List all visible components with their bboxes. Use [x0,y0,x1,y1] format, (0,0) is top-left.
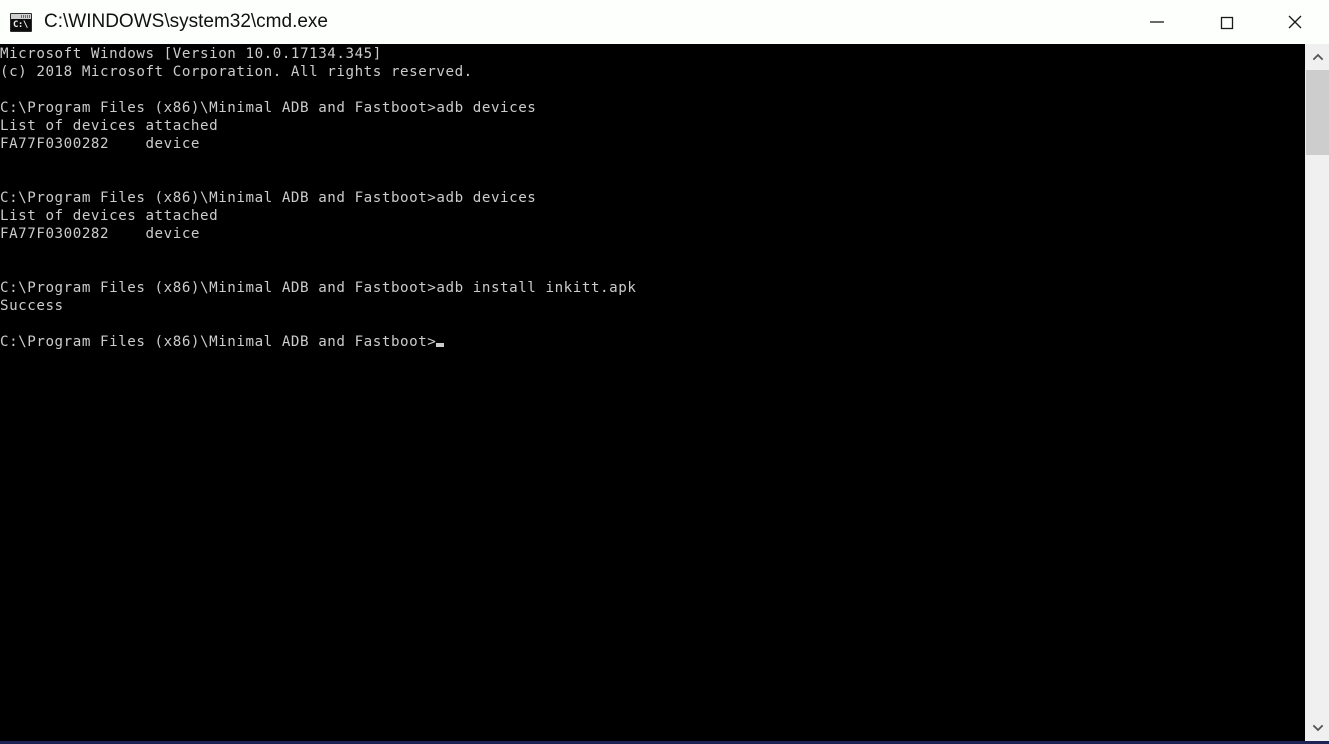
console-text: Microsoft Windows [Version 10.0.17134.34… [0,45,636,351]
close-button[interactable] [1260,0,1329,44]
console-output-area[interactable]: Microsoft Windows [Version 10.0.17134.34… [0,44,1305,741]
scroll-down-button[interactable] [1306,715,1329,741]
title-bar[interactable]: C:\ C:\WINDOWS\system32\cmd.exe [0,0,1329,44]
scrollbar-thumb[interactable] [1306,70,1329,155]
title-bar-left: C:\ C:\WINDOWS\system32\cmd.exe [0,0,1122,44]
maximize-icon [1220,16,1233,30]
cmd-console-icon: C:\ [10,12,32,32]
chevron-up-icon [1312,53,1324,61]
block-cursor [436,343,445,347]
cmd-icon-text: C:\ [13,19,28,30]
window-controls [1122,0,1329,44]
console-prompt: C:\Program Files (x86)\Minimal ADB and F… [0,334,437,350]
scroll-up-button[interactable] [1306,44,1329,70]
minimize-button[interactable] [1122,0,1191,44]
minimize-icon [1149,21,1164,23]
cmd-window: C:\ C:\WINDOWS\system32\cmd.exe Microsof… [0,0,1329,744]
window-title: C:\WINDOWS\system32\cmd.exe [44,11,328,32]
close-icon [1288,15,1301,29]
vertical-scrollbar[interactable] [1305,44,1329,741]
console-lines: Microsoft Windows [Version 10.0.17134.34… [0,46,637,314]
maximize-button[interactable] [1191,0,1260,44]
chevron-down-icon [1312,724,1324,732]
